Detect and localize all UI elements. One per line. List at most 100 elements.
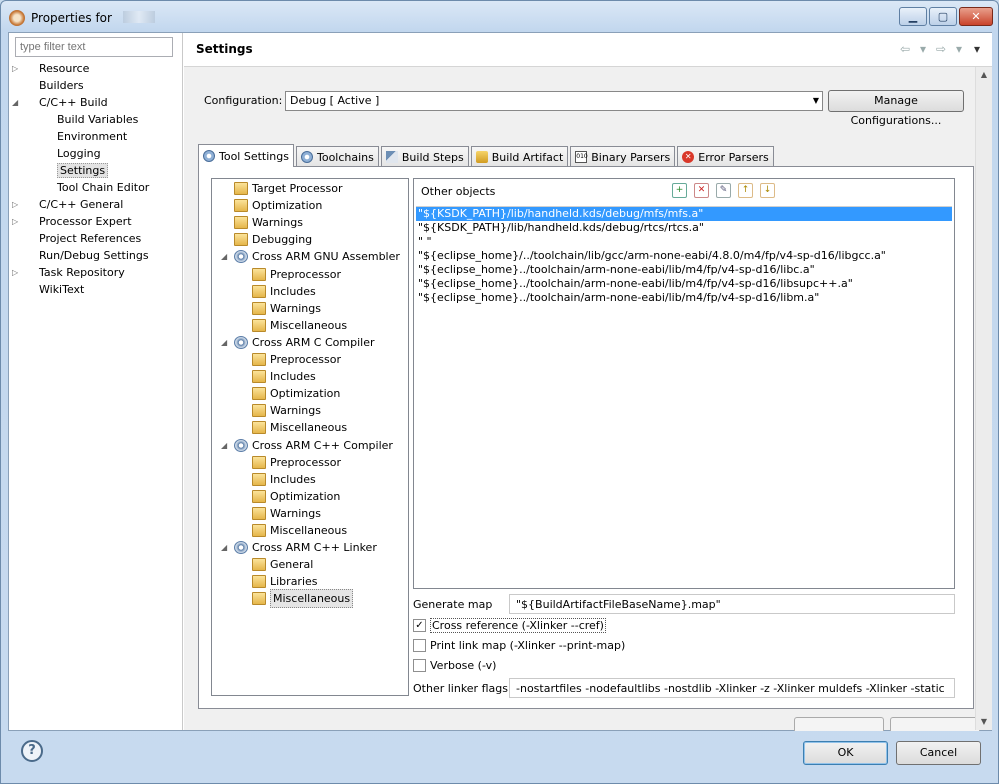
other-object-item[interactable]: "${eclipse_home}/../toolchain/lib/gcc/ar… — [416, 249, 952, 263]
print-link-map-checkbox[interactable]: Print link map (-Xlinker --print-map) — [413, 639, 625, 652]
checkbox-box — [413, 639, 426, 652]
forward-arrow-icon[interactable]: ⇨ — [934, 42, 948, 56]
nav-item-label: Task Repository — [39, 266, 125, 279]
nav-item[interactable]: ◢ C/C++ Build — [12, 94, 108, 111]
back-arrow-icon[interactable]: ⇦ — [898, 42, 912, 56]
tab-build-artifact[interactable]: Build Artifact — [470, 146, 569, 167]
nav-item[interactable]: ▷ Processor Expert — [12, 213, 132, 230]
tool-option-category[interactable]: Preprocessor — [252, 454, 341, 471]
scroll-up-icon[interactable]: ▲ — [976, 67, 992, 83]
tool-option-category[interactable]: Includes — [252, 471, 316, 488]
title-bar[interactable]: Properties for ▁ ▢ ✕ — [1, 1, 998, 35]
tool-group[interactable]: ◢ Cross ARM C++ Linker — [221, 539, 377, 556]
configuration-select[interactable]: Debug [ Active ] ▼ — [285, 91, 823, 111]
expanded-twisty-icon[interactable]: ◢ — [221, 248, 229, 265]
nav-item[interactable]: Build Variables — [43, 111, 138, 128]
maximize-button[interactable]: ▢ — [929, 7, 957, 26]
tab-toolchains[interactable]: Toolchains — [295, 146, 379, 167]
other-object-item[interactable]: "${eclipse_home}../toolchain/arm-none-ea… — [416, 277, 952, 291]
tool-option-category[interactable]: Warnings — [252, 402, 321, 419]
expanded-twisty-icon[interactable]: ◢ — [221, 437, 229, 454]
nav-item[interactable]: ▷ C/C++ General — [12, 196, 123, 213]
scroll-down-icon[interactable]: ▼ — [976, 714, 992, 730]
tool-option-category[interactable]: Preprocessor — [252, 266, 341, 283]
tool-group[interactable]: ◢ Cross ARM GNU Assembler — [221, 248, 400, 265]
collapsed-twisty-icon[interactable]: ▷ — [12, 196, 20, 213]
tool-option-category[interactable]: Warnings — [252, 300, 321, 317]
settings-page: Settings ⇦ ▾ ⇨ ▾ ▾ Configuration: Debug … — [184, 33, 992, 731]
close-button[interactable]: ✕ — [959, 7, 993, 26]
nav-item[interactable]: Tool Chain Editor — [43, 179, 149, 196]
move-up-icon[interactable]: ↑ — [738, 183, 753, 198]
tool-option-category[interactable]: Includes — [252, 368, 316, 385]
move-down-icon[interactable]: ↓ — [760, 183, 775, 198]
edit-icon[interactable]: ✎ — [716, 183, 731, 198]
collapsed-twisty-icon[interactable]: ▷ — [12, 264, 20, 281]
expanded-twisty-icon[interactable]: ◢ — [221, 334, 229, 351]
help-icon[interactable]: ? — [21, 740, 43, 762]
manage-configurations-button[interactable]: Manage Configurations... — [828, 90, 964, 127]
tab-binary-parsers[interactable]: 010 Binary Parsers — [570, 146, 676, 167]
other-linker-flags-input[interactable]: -nostartfiles -nodefaultlibs -nostdlib -… — [509, 678, 955, 698]
tool-option-category[interactable]: Optimization — [234, 197, 322, 214]
apply-button[interactable] — [890, 717, 980, 731]
other-object-item[interactable]: "${eclipse_home}../toolchain/arm-none-ea… — [416, 263, 952, 277]
tool-option-category[interactable]: General — [252, 556, 313, 573]
nav-item[interactable]: ▷ Task Repository — [12, 264, 125, 281]
tool-option-category[interactable]: Includes — [252, 283, 316, 300]
tab-build-steps[interactable]: Build Steps — [380, 146, 469, 167]
restore-defaults-button[interactable] — [794, 717, 884, 731]
cancel-button[interactable]: Cancel — [896, 741, 981, 765]
tool-group[interactable]: ◢ Cross ARM C++ Compiler — [221, 437, 393, 454]
add-icon[interactable]: + — [672, 183, 687, 198]
tool-option-category[interactable]: Warnings — [252, 505, 321, 522]
minimize-button[interactable]: ▁ — [899, 7, 927, 26]
other-object-item[interactable]: " " — [416, 235, 952, 249]
settings-folder-icon — [252, 267, 266, 281]
tool-option-category[interactable]: Warnings — [234, 214, 303, 231]
tool-option-category[interactable]: Miscellaneous — [252, 419, 347, 436]
delete-icon[interactable]: ✕ — [694, 183, 709, 198]
nav-item[interactable]: Logging — [43, 145, 101, 162]
nav-item[interactable]: ▷ Resource — [12, 60, 89, 77]
tool-option-category[interactable]: Optimization — [252, 488, 340, 505]
tool-option-category[interactable]: Debugging — [234, 231, 312, 248]
filter-input[interactable] — [15, 37, 173, 57]
tool-option-category[interactable]: Preprocessor — [252, 351, 341, 368]
vertical-scrollbar[interactable]: ▲ ▼ — [975, 67, 992, 730]
collapsed-twisty-icon[interactable]: ▷ — [12, 60, 20, 77]
tab-error-parsers[interactable]: ✕ Error Parsers — [677, 146, 774, 167]
tool-option-category[interactable]: Miscellaneous — [252, 317, 347, 334]
view-menu-icon[interactable]: ▾ — [970, 42, 984, 56]
generate-map-input[interactable]: "${BuildArtifactFileBaseName}.map" — [509, 594, 955, 614]
tool-tree-label: Miscellaneous — [270, 318, 348, 332]
other-object-item[interactable]: "${KSDK_PATH}/lib/handheld.kds/debug/mfs… — [416, 207, 952, 221]
nav-item[interactable]: Run/Debug Settings — [25, 247, 149, 264]
tool-group[interactable]: ◢ Cross ARM C Compiler — [221, 334, 375, 351]
other-object-item[interactable]: "${KSDK_PATH}/lib/handheld.kds/debug/rtc… — [416, 221, 952, 235]
nav-item[interactable]: Project References — [25, 230, 141, 247]
verbose-checkbox[interactable]: Verbose (-v) — [413, 659, 496, 672]
other-object-item[interactable]: "${eclipse_home}../toolchain/arm-none-ea… — [416, 291, 952, 305]
nav-item[interactable]: Environment — [43, 128, 127, 145]
forward-menu-icon[interactable]: ▾ — [952, 42, 966, 56]
tool-option-category[interactable]: Miscellaneous — [252, 589, 354, 609]
tool-option-category[interactable]: Libraries — [252, 573, 318, 590]
tool-gear-icon — [234, 438, 248, 452]
nav-item[interactable]: Builders — [25, 77, 84, 94]
tab-label: Error Parsers — [698, 150, 769, 164]
ok-button[interactable]: OK — [803, 741, 888, 765]
tab-tool-settings[interactable]: Tool Settings — [198, 144, 294, 167]
expanded-twisty-icon[interactable]: ◢ — [221, 539, 229, 556]
nav-item[interactable]: WikiText — [25, 281, 84, 298]
settings-folder-icon — [252, 370, 266, 384]
tool-option-category[interactable]: Miscellaneous — [252, 522, 347, 539]
expanded-twisty-icon[interactable]: ◢ — [12, 94, 20, 111]
tool-option-category[interactable]: Optimization — [252, 385, 340, 402]
back-menu-icon[interactable]: ▾ — [916, 42, 930, 56]
cross-reference-checkbox[interactable]: ✓ Cross reference (-Xlinker --cref) — [413, 618, 606, 633]
tool-option-category[interactable]: Target Processor — [234, 180, 343, 197]
collapsed-twisty-icon[interactable]: ▷ — [12, 213, 20, 230]
nav-item[interactable]: Settings — [43, 162, 109, 179]
nav-item-label: Build Variables — [57, 113, 139, 126]
